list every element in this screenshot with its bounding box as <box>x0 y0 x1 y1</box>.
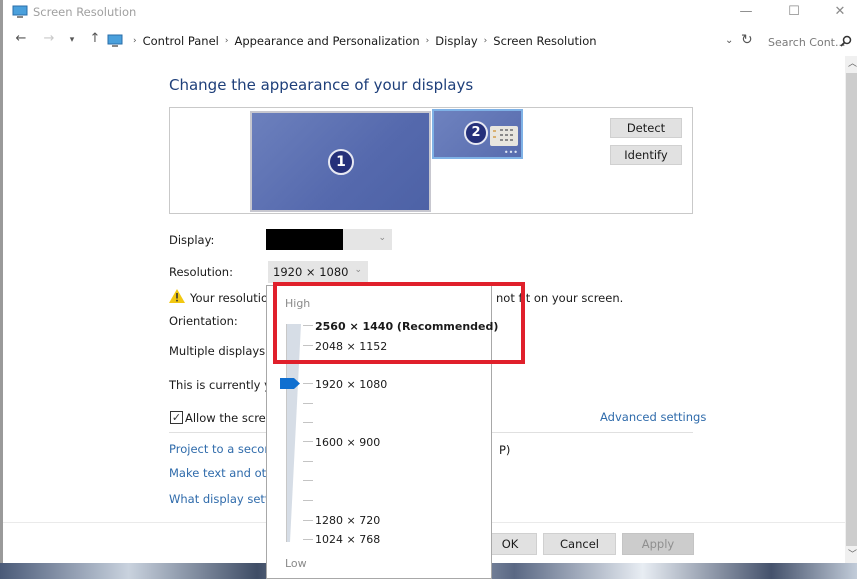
breadcrumb-display[interactable]: Display <box>435 34 477 48</box>
close-button[interactable]: ✕ <box>817 0 857 24</box>
project-shortcut-text: P) <box>499 443 511 457</box>
monitor-1-number: 1 <box>328 149 354 175</box>
chevron-down-icon: ⌄ <box>378 233 386 243</box>
back-arrow-icon[interactable]: ← <box>13 31 29 46</box>
maximize-button[interactable]: ☐ <box>771 0 817 24</box>
more-dots-icon: ••• <box>503 148 518 157</box>
minimize-button[interactable]: — <box>723 0 769 24</box>
monitor-app-icon <box>12 5 28 18</box>
allow-scaling-checkbox[interactable]: ✓ <box>170 411 183 424</box>
breadcrumb-control-panel[interactable]: Control Panel <box>143 34 219 48</box>
resolution-value: 1920 × 1080 <box>273 265 349 279</box>
make-text-larger-link[interactable]: Make text and othe <box>169 466 281 480</box>
annotation-highlight-box <box>273 282 525 364</box>
chevron-right-icon[interactable]: › <box>484 36 488 46</box>
search-input[interactable]: Search Cont... <box>763 31 857 53</box>
chevron-right-icon[interactable]: › <box>133 36 137 46</box>
breadcrumb: › Control Panel › Appearance and Persona… <box>127 34 597 48</box>
resolution-option[interactable]: 1600 × 900 <box>315 436 380 449</box>
project-link[interactable]: Project to a second <box>169 442 279 456</box>
control-panel-icon <box>107 34 123 47</box>
search-icon <box>840 35 852 47</box>
keypad-icon <box>490 126 518 146</box>
resolution-select[interactable]: 1920 × 1080 ⌄ <box>268 261 368 283</box>
identify-button[interactable]: Identify <box>610 145 682 165</box>
address-bar: ← → ▾ ↑ › Control Panel › Appearance and… <box>3 28 857 56</box>
title-bar: Screen Resolution — ☐ ✕ <box>3 0 857 26</box>
orientation-label: Orientation: <box>169 314 238 328</box>
resolution-label: Resolution: <box>169 265 233 279</box>
monitor-1[interactable]: 1 <box>250 111 431 212</box>
scroll-down-icon[interactable]: ﹀ <box>845 547 857 563</box>
scrollbar-thumb[interactable] <box>846 73 857 546</box>
display-select[interactable]: ⌄ <box>266 229 392 250</box>
page-title: Change the appearance of your displays <box>169 76 474 94</box>
forward-arrow-icon[interactable]: → <box>41 31 57 46</box>
detect-button[interactable]: Detect <box>610 118 682 138</box>
low-label: Low <box>285 557 307 570</box>
redacted-display-name <box>266 229 343 250</box>
scroll-up-icon[interactable]: ︿ <box>845 56 857 72</box>
advanced-settings-link[interactable]: Advanced settings <box>600 410 706 424</box>
warning-icon <box>169 289 185 303</box>
cancel-button[interactable]: Cancel <box>543 533 616 555</box>
breadcrumb-appearance[interactable]: Appearance and Personalization <box>234 34 419 48</box>
recent-locations-chevron-icon[interactable]: ▾ <box>64 35 80 45</box>
resolution-option[interactable]: 1280 × 720 <box>315 514 380 527</box>
resolution-option[interactable]: 1920 × 1080 <box>315 378 387 391</box>
monitor-2-number: 2 <box>464 121 488 145</box>
resolution-option[interactable]: 1024 × 768 <box>315 533 380 546</box>
multiple-displays-label: Multiple displays: <box>169 344 270 358</box>
vertical-scrollbar[interactable]: ︿ ﹀ <box>845 56 857 563</box>
slider-thumb[interactable] <box>280 378 300 389</box>
chevron-down-icon: ⌄ <box>354 265 362 275</box>
search-placeholder: Search Cont... <box>768 36 846 49</box>
monitor-2[interactable]: 2 ••• <box>432 109 523 159</box>
display-label: Display: <box>169 233 215 247</box>
display-arrangement-area: 1 2 ••• Detect Identify <box>169 107 693 214</box>
window-title: Screen Resolution <box>33 5 137 19</box>
breadcrumb-screen-resolution[interactable]: Screen Resolution <box>493 34 596 48</box>
chevron-right-icon[interactable]: › <box>426 36 430 46</box>
apply-button[interactable]: Apply <box>622 533 694 555</box>
chevron-right-icon[interactable]: › <box>225 36 229 46</box>
warning-text: Your resolution <box>190 291 276 305</box>
refresh-icon[interactable]: ↻ <box>741 32 753 48</box>
address-dropdown-chevron-icon[interactable]: ⌄ <box>725 35 733 46</box>
up-arrow-icon[interactable]: ↑ <box>87 31 103 46</box>
